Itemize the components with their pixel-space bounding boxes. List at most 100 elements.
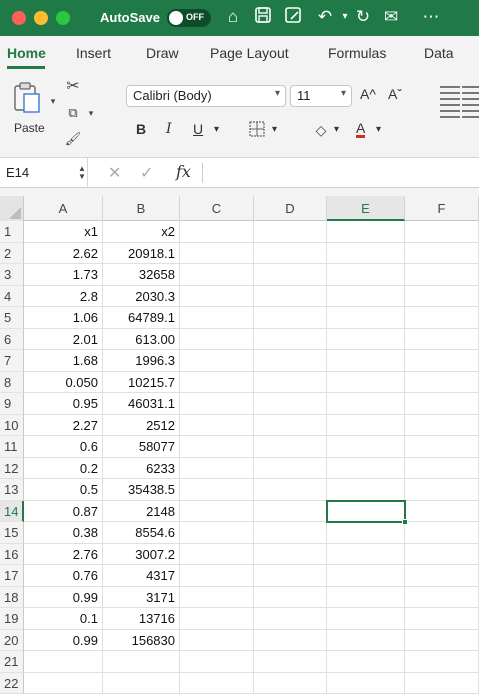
cell-f12[interactable] <box>405 457 479 479</box>
cell-b2[interactable]: 20918.1 <box>103 242 180 264</box>
cell-f15[interactable] <box>405 522 479 544</box>
cell-d16[interactable] <box>254 543 327 565</box>
cell-b14[interactable]: 2148 <box>103 500 180 522</box>
row-header[interactable]: 13 <box>0 479 24 501</box>
cell-b21[interactable] <box>103 651 180 673</box>
cell-c15[interactable] <box>180 522 254 544</box>
cell-a5[interactable]: 1.06 <box>24 307 103 329</box>
cell-c5[interactable] <box>180 307 254 329</box>
cell-f2[interactable] <box>405 242 479 264</box>
row-header[interactable]: 10 <box>0 414 24 436</box>
cell-a11[interactable]: 0.6 <box>24 436 103 458</box>
undo-icon[interactable]: ↶ <box>314 6 336 28</box>
email-icon[interactable]: ✉ <box>380 6 402 28</box>
cell-e1[interactable] <box>327 221 405 243</box>
cell-a13[interactable]: 0.5 <box>24 479 103 501</box>
cell-a19[interactable]: 0.1 <box>24 608 103 630</box>
row-header[interactable]: 20 <box>0 629 24 651</box>
underline-dropdown-icon[interactable]: ▾ <box>214 124 219 135</box>
tab-page-layout[interactable]: Page Layout <box>210 45 289 61</box>
cell-f6[interactable] <box>405 328 479 350</box>
cell-d17[interactable] <box>254 565 327 587</box>
cell-b18[interactable]: 3171 <box>103 586 180 608</box>
cell-c19[interactable] <box>180 608 254 630</box>
cell-c1[interactable] <box>180 221 254 243</box>
row-header[interactable]: 6 <box>0 328 24 350</box>
cell-a8[interactable]: 0.050 <box>24 371 103 393</box>
row-header[interactable]: 22 <box>0 672 24 694</box>
cell-b3[interactable]: 32658 <box>103 264 180 286</box>
row-header[interactable]: 12 <box>0 457 24 479</box>
row-header[interactable]: 5 <box>0 307 24 329</box>
cell-f11[interactable] <box>405 436 479 458</box>
cell-d18[interactable] <box>254 586 327 608</box>
cell-c18[interactable] <box>180 586 254 608</box>
underline-button[interactable]: U <box>193 121 203 137</box>
cell-e16[interactable] <box>327 543 405 565</box>
column-header-a[interactable]: A <box>24 196 103 221</box>
cell-f22[interactable] <box>405 672 479 694</box>
cell-b19[interactable]: 13716 <box>103 608 180 630</box>
cell-d13[interactable] <box>254 479 327 501</box>
row-header[interactable]: 19 <box>0 608 24 630</box>
cell-b8[interactable]: 10215.7 <box>103 371 180 393</box>
cell-c21[interactable] <box>180 651 254 673</box>
cell-d11[interactable] <box>254 436 327 458</box>
cell-e6[interactable] <box>327 328 405 350</box>
cell-d4[interactable] <box>254 285 327 307</box>
confirm-entry-icon[interactable]: ✓ <box>140 163 153 183</box>
row-header[interactable]: 4 <box>0 285 24 307</box>
cell-e20[interactable] <box>327 629 405 651</box>
cell-f5[interactable] <box>405 307 479 329</box>
cell-e7[interactable] <box>327 350 405 372</box>
cell-b16[interactable]: 3007.2 <box>103 543 180 565</box>
font-name-select[interactable]: Calibri (Body) ▾ <box>126 85 286 107</box>
cell-c13[interactable] <box>180 479 254 501</box>
cell-a15[interactable]: 0.38 <box>24 522 103 544</box>
cell-c22[interactable] <box>180 672 254 694</box>
cell-d12[interactable] <box>254 457 327 479</box>
cut-icon[interactable]: ✂ <box>64 78 82 96</box>
cell-c20[interactable] <box>180 629 254 651</box>
borders-dropdown-icon[interactable]: ▾ <box>272 124 277 135</box>
align-center-icon[interactable] <box>462 82 479 142</box>
cell-e19[interactable] <box>327 608 405 630</box>
cell-a7[interactable]: 1.68 <box>24 350 103 372</box>
cell-e3[interactable] <box>327 264 405 286</box>
paste-dropdown-icon[interactable]: ▾ <box>44 92 62 110</box>
cancel-entry-icon[interactable]: ✕ <box>108 163 121 183</box>
save-as-icon[interactable] <box>282 6 304 28</box>
cell-c4[interactable] <box>180 285 254 307</box>
cell-e15[interactable] <box>327 522 405 544</box>
cell-c9[interactable] <box>180 393 254 415</box>
minimize-window-button[interactable] <box>34 11 48 25</box>
cell-d2[interactable] <box>254 242 327 264</box>
cell-b11[interactable]: 58077 <box>103 436 180 458</box>
row-header[interactable]: 9 <box>0 393 24 415</box>
fill-handle[interactable] <box>402 519 408 525</box>
select-all-corner[interactable] <box>0 196 24 221</box>
format-painter-icon[interactable]: 🖌 <box>64 130 82 148</box>
row-header[interactable]: 16 <box>0 543 24 565</box>
cell-a14[interactable]: 0.87 <box>24 500 103 522</box>
shrink-font-button[interactable]: Aˇ <box>388 86 402 102</box>
cell-a4[interactable]: 2.8 <box>24 285 103 307</box>
cell-b4[interactable]: 2030.3 <box>103 285 180 307</box>
cell-b10[interactable]: 2512 <box>103 414 180 436</box>
borders-icon[interactable] <box>248 121 266 139</box>
name-box-stepper-icon[interactable]: ▲ ▼ <box>78 165 86 181</box>
tab-home[interactable]: Home <box>7 45 46 61</box>
cell-a10[interactable]: 2.27 <box>24 414 103 436</box>
cell-f20[interactable] <box>405 629 479 651</box>
cell-e10[interactable] <box>327 414 405 436</box>
insert-function-button[interactable]: fx <box>176 162 191 181</box>
cell-d7[interactable] <box>254 350 327 372</box>
cell-a12[interactable]: 0.2 <box>24 457 103 479</box>
cell-b6[interactable]: 613.00 <box>103 328 180 350</box>
copy-icon[interactable]: ⧉ <box>64 104 82 122</box>
cell-e4[interactable] <box>327 285 405 307</box>
cell-d21[interactable] <box>254 651 327 673</box>
cell-d1[interactable] <box>254 221 327 243</box>
cell-f9[interactable] <box>405 393 479 415</box>
column-header-b[interactable]: B <box>103 196 180 221</box>
